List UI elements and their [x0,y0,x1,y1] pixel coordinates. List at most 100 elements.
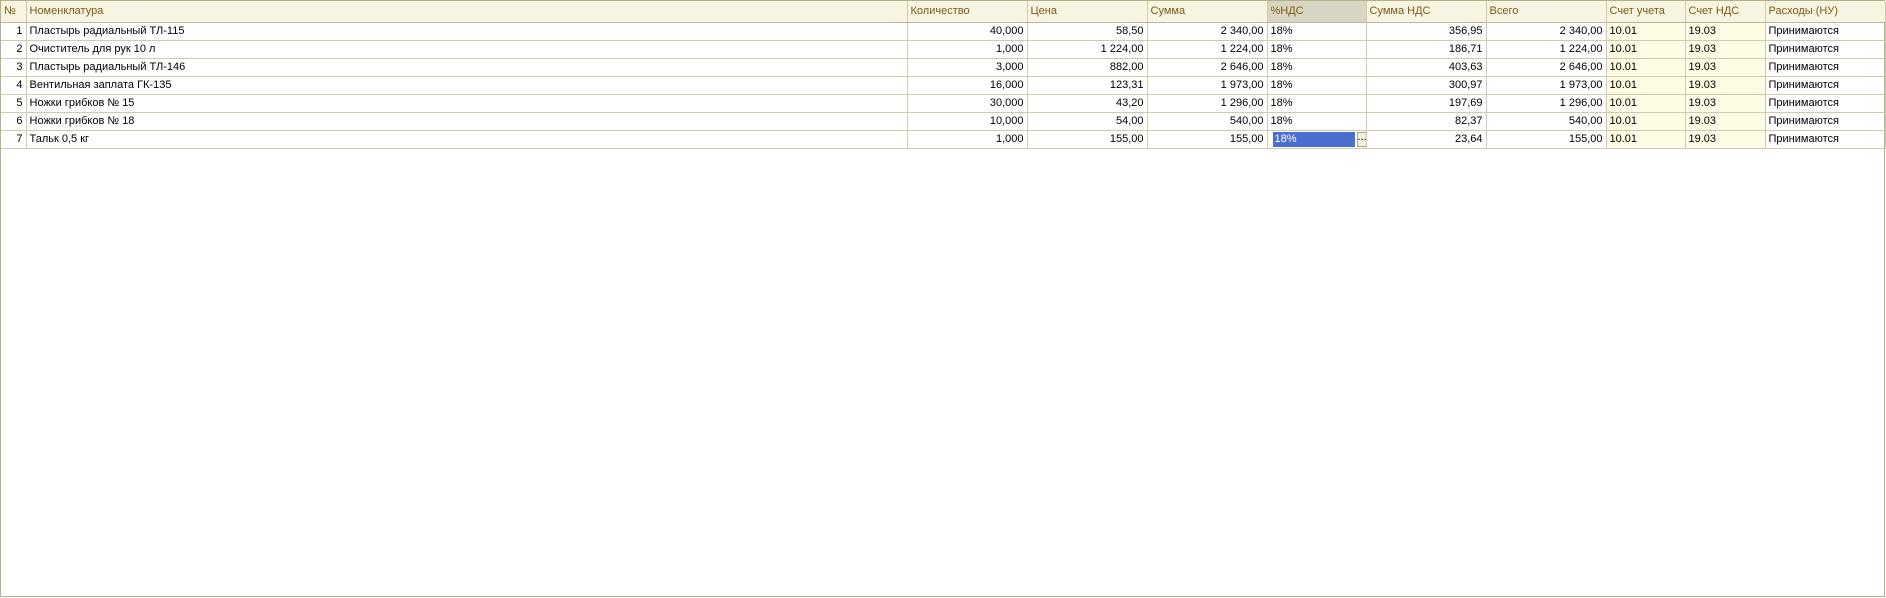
column-header-price[interactable]: Цена [1027,1,1148,23]
cell-price[interactable]: 1 224,00 [1027,40,1148,59]
cell-vat-rate[interactable]: 18% [1267,40,1367,59]
cell-vat-account[interactable]: 19.03 [1685,22,1766,41]
cell-account[interactable]: 10.01 [1606,58,1686,77]
cell-total[interactable]: 540,00 [1486,112,1607,131]
cell-total[interactable]: 1 224,00 [1486,40,1607,59]
cell-expenses[interactable]: Принимаются [1765,76,1886,95]
row-number: 2 [1,40,27,59]
cell-price[interactable]: 155,00 [1027,130,1148,149]
cell-quantity[interactable]: 30,000 [907,94,1028,113]
cell-vat-sum[interactable]: 356,95 [1366,22,1487,41]
cell-vat-sum[interactable]: 82,37 [1366,112,1487,131]
cell-nomenclature[interactable]: Вентильная заплата ГК-135 [26,76,908,95]
cell-vat-rate[interactable]: 18% [1267,22,1367,41]
cell-total[interactable]: 155,00 [1486,130,1607,149]
row-number: 7 [1,130,27,149]
cell-price[interactable]: 123,31 [1027,76,1148,95]
vat-rate-input[interactable]: 18% [1272,131,1355,147]
cell-vat-sum[interactable]: 197,69 [1366,94,1487,113]
table-row[interactable]: 4 Вентильная заплата ГК-135 16,000 123,3… [1,76,1886,95]
cell-expenses[interactable]: Принимаются [1765,112,1886,131]
cell-vat-sum[interactable]: 23,64 [1366,130,1487,149]
table-row[interactable]: 7 Тальк 0,5 кг 1,000 155,00 155,00 18% .… [1,130,1886,149]
cell-price[interactable]: 43,20 [1027,94,1148,113]
cell-vat-rate-editing[interactable]: 18% ... [1267,130,1367,149]
cell-sum[interactable]: 1 973,00 [1147,76,1268,95]
cell-vat-sum[interactable]: 186,71 [1366,40,1487,59]
cell-price[interactable]: 882,00 [1027,58,1148,77]
cell-sum[interactable]: 540,00 [1147,112,1268,131]
cell-expenses[interactable]: Принимаются [1765,130,1886,149]
table-row[interactable]: 6 Ножки грибков № 18 10,000 54,00 540,00… [1,112,1886,131]
cell-total[interactable]: 1 296,00 [1486,94,1607,113]
cell-vat-sum[interactable]: 300,97 [1366,76,1487,95]
cell-account[interactable]: 10.01 [1606,94,1686,113]
cell-total[interactable]: 1 973,00 [1486,76,1607,95]
cell-expenses[interactable]: Принимаются [1765,58,1886,77]
cell-total[interactable]: 2 340,00 [1486,22,1607,41]
cell-quantity[interactable]: 10,000 [907,112,1028,131]
cell-account[interactable]: 10.01 [1606,40,1686,59]
select-button[interactable]: ... [1356,131,1365,147]
cell-account[interactable]: 10.01 [1606,22,1686,41]
column-header-sum[interactable]: Сумма [1147,1,1268,23]
cell-sum[interactable]: 1 224,00 [1147,40,1268,59]
cell-price[interactable]: 58,50 [1027,22,1148,41]
cell-vat-account[interactable]: 19.03 [1685,40,1766,59]
row-number: 6 [1,112,27,131]
cell-total[interactable]: 2 646,00 [1486,58,1607,77]
cell-vat-account[interactable]: 19.03 [1685,112,1766,131]
cell-quantity[interactable]: 1,000 [907,130,1028,149]
cell-nomenclature[interactable]: Пластырь радиальный ТЛ-146 [26,58,908,77]
cell-sum[interactable]: 155,00 [1147,130,1268,149]
column-header-expenses[interactable]: Расходы (НУ) [1765,1,1886,23]
cell-quantity[interactable]: 1,000 [907,40,1028,59]
cell-vat-rate[interactable]: 18% [1267,94,1367,113]
row-number: 4 [1,76,27,95]
cell-sum[interactable]: 1 296,00 [1147,94,1268,113]
cell-expenses[interactable]: Принимаются [1765,40,1886,59]
cell-expenses[interactable]: Принимаются [1765,22,1886,41]
cell-expenses[interactable]: Принимаются [1765,94,1886,113]
column-header-quantity[interactable]: Количество [907,1,1028,23]
cell-vat-account[interactable]: 19.03 [1685,58,1766,77]
column-header-nomenclature[interactable]: Номенклатура [26,1,908,23]
cell-account[interactable]: 10.01 [1606,76,1686,95]
column-header-account[interactable]: Счет учета [1606,1,1686,23]
cell-sum[interactable]: 2 340,00 [1147,22,1268,41]
column-header-vat-rate[interactable]: %НДС [1267,1,1367,23]
row-number: 3 [1,58,27,77]
cell-quantity[interactable]: 16,000 [907,76,1028,95]
cell-vat-account[interactable]: 19.03 [1685,130,1766,149]
goods-table: № Номенклатура Количество Цена Сумма %НД… [1,1,1886,149]
table-row[interactable]: 3 Пластырь радиальный ТЛ-146 3,000 882,0… [1,58,1886,77]
table-row[interactable]: 1 Пластырь радиальный ТЛ-115 40,000 58,5… [1,22,1886,41]
cell-quantity[interactable]: 40,000 [907,22,1028,41]
cell-vat-rate[interactable]: 18% [1267,58,1367,77]
cell-vat-rate[interactable]: 18% [1267,112,1367,131]
table-row[interactable]: 5 Ножки грибков № 15 30,000 43,20 1 296,… [1,94,1886,113]
column-header-vat-account[interactable]: Счет НДС [1685,1,1766,23]
cell-nomenclature[interactable]: Ножки грибков № 15 [26,94,908,113]
cell-nomenclature[interactable]: Очиститель для рук 10 л [26,40,908,59]
cell-sum[interactable]: 2 646,00 [1147,58,1268,77]
column-header-number[interactable]: № [1,1,27,23]
column-header-total[interactable]: Всего [1486,1,1607,23]
cell-price[interactable]: 54,00 [1027,112,1148,131]
cell-vat-rate[interactable]: 18% [1267,76,1367,95]
cell-vat-account[interactable]: 19.03 [1685,76,1766,95]
table-row[interactable]: 2 Очиститель для рук 10 л 1,000 1 224,00… [1,40,1886,59]
cell-nomenclature[interactable]: Тальк 0,5 кг [26,130,908,149]
cell-account[interactable]: 10.01 [1606,112,1686,131]
table-header-row: № Номенклатура Количество Цена Сумма %НД… [1,1,1886,23]
column-header-vat-sum[interactable]: Сумма НДС [1366,1,1487,23]
cell-vat-sum[interactable]: 403,63 [1366,58,1487,77]
row-number: 5 [1,94,27,113]
cell-nomenclature[interactable]: Пластырь радиальный ТЛ-115 [26,22,908,41]
cell-quantity[interactable]: 3,000 [907,58,1028,77]
cell-account[interactable]: 10.01 [1606,130,1686,149]
vat-rate-editor[interactable]: 18% ... [1271,131,1365,148]
cell-vat-account[interactable]: 19.03 [1685,94,1766,113]
cell-nomenclature[interactable]: Ножки грибков № 18 [26,112,908,131]
goods-table-panel: № Номенклатура Количество Цена Сумма %НД… [0,0,1886,597]
